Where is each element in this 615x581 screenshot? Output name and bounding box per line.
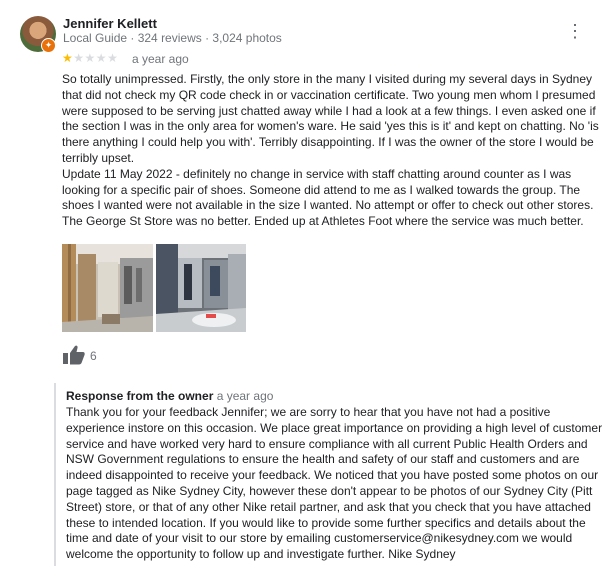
star-icon: ★ (95, 51, 108, 65)
store-interior-photo (62, 244, 153, 332)
more-options-button[interactable]: ⋮ (566, 20, 584, 42)
review-time: a year ago (132, 52, 189, 66)
star-icon: ★ (84, 51, 96, 65)
owner-response-title: Response from the owner a year ago (66, 389, 273, 403)
reviewer-meta: Local Guide · 324 reviews · 3,024 photos (63, 31, 282, 45)
review-paragraph: So totally unimpressed. Firstly, the onl… (62, 72, 599, 165)
more-vert-icon: ⋮ (566, 21, 584, 41)
like-count: 6 (90, 349, 97, 363)
store-interior-photo (156, 244, 246, 332)
like-button[interactable] (63, 345, 85, 365)
owner-response-time: a year ago (216, 389, 274, 403)
owner-response-label: Response from the owner (66, 389, 214, 403)
review-paragraph: Update 11 May 2022 - definitely no chang… (62, 166, 594, 229)
star-rating: ★★★★★ (62, 51, 118, 65)
review-photo[interactable] (156, 244, 246, 332)
star-icon: ★ (107, 51, 119, 65)
review-photo[interactable] (62, 244, 153, 332)
owner-response-border (54, 383, 56, 566)
thumb-up-icon (63, 345, 85, 365)
star-icon: ★ (62, 51, 74, 65)
star-icon: ★ (73, 51, 85, 65)
owner-response-text: Thank you for your feedback Jennifer; we… (66, 405, 603, 562)
local-guide-badge-icon: ✦ (41, 38, 56, 53)
review-text: So totally unimpressed. Firstly, the onl… (62, 72, 607, 230)
reviewer-name[interactable]: Jennifer Kellett (63, 16, 157, 31)
